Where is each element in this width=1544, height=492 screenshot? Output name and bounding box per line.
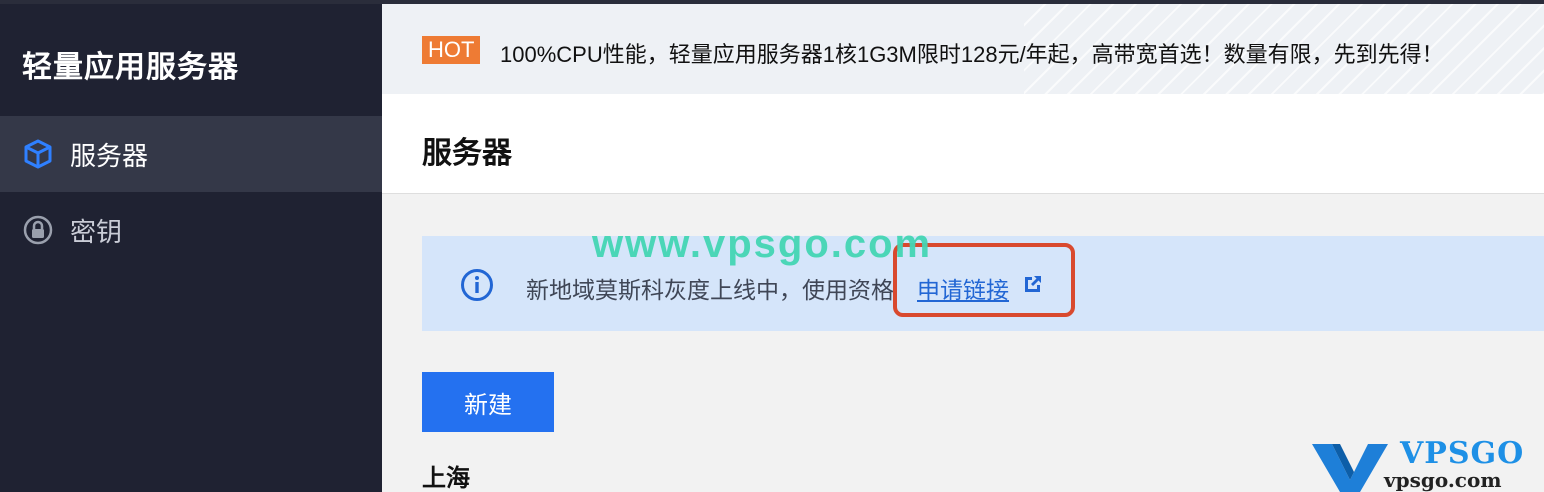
key-lock-icon bbox=[22, 214, 54, 246]
vpsgo-logo: VPSGO vpsgo.com bbox=[1310, 436, 1544, 492]
promo-banner[interactable]: HOT 100%CPU性能，轻量应用服务器1核1G3M限时128元/年起，高带宽… bbox=[382, 4, 1544, 94]
region-label: 上海 bbox=[422, 465, 470, 492]
logo-bottom-text: vpsgo.com bbox=[1384, 468, 1502, 492]
page-header: 服务器 bbox=[382, 94, 1544, 194]
sidebar-top-border bbox=[0, 0, 382, 4]
notice-text: 新地域莫斯科灰度上线中，使用资格 bbox=[526, 277, 894, 303]
hot-badge: HOT bbox=[422, 36, 481, 64]
sidebar: 轻量应用服务器 服务器 密钥 bbox=[0, 0, 382, 492]
promo-text[interactable]: 100%CPU性能，轻量应用服务器1核1G3M限时128元/年起，高带宽首选！数… bbox=[500, 37, 1444, 69]
info-icon bbox=[461, 269, 493, 301]
app-title: 轻量应用服务器 bbox=[22, 51, 239, 84]
sidebar-item-keys[interactable]: 密钥 bbox=[0, 192, 382, 268]
new-button[interactable]: 新建 bbox=[422, 372, 554, 432]
sidebar-item-label: 密钥 bbox=[70, 216, 123, 247]
cube-icon bbox=[22, 138, 54, 170]
sidebar-item-label: 服务器 bbox=[70, 140, 149, 171]
page-title: 服务器 bbox=[422, 137, 512, 170]
logo-top-text: VPSGO bbox=[1400, 436, 1525, 471]
v-logo-icon bbox=[1312, 444, 1388, 492]
watermark: www.vpsgo.com bbox=[592, 222, 933, 266]
sidebar-item-servers[interactable]: 服务器 bbox=[0, 116, 382, 192]
